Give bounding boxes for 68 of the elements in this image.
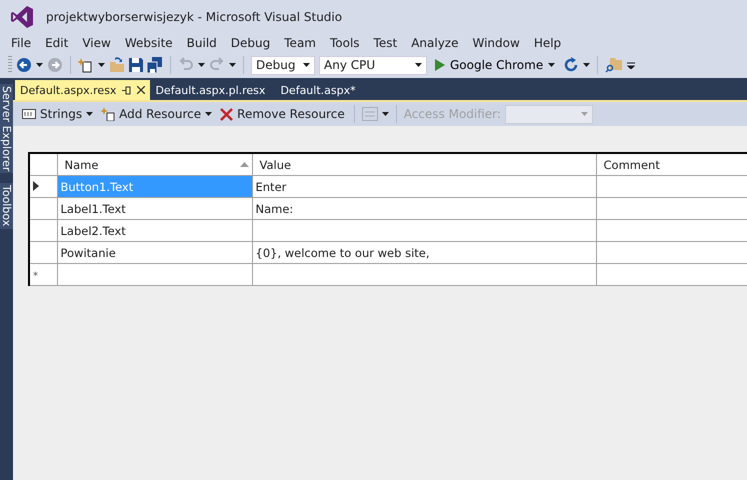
new-project-icon[interactable]: [78, 57, 94, 73]
menu-item[interactable]: Analyze: [404, 36, 466, 50]
access-modifier-label: Access Modifier:: [404, 107, 501, 121]
caret-icon[interactable]: [36, 63, 43, 67]
table-cell[interactable]: Label2.Text: [57, 220, 252, 242]
document-tab[interactable]: Default.aspx.resx: [15, 80, 150, 100]
caret-icon[interactable]: [548, 63, 556, 67]
menu-item[interactable]: Edit: [38, 36, 76, 50]
menu-item[interactable]: Team: [277, 36, 323, 50]
visual-studio-logo: [10, 5, 34, 29]
document-tab[interactable]: Default.aspx.pl.resx: [150, 80, 276, 100]
current-row-icon: [33, 180, 39, 190]
caret-icon[interactable]: [382, 112, 389, 116]
column-title: Name: [64, 158, 98, 172]
table-cell[interactable]: {0}, welcome to our web site,: [252, 242, 596, 264]
close-icon[interactable]: [137, 86, 146, 94]
refresh-icon[interactable]: [563, 57, 580, 73]
menu-item[interactable]: File: [4, 36, 38, 50]
caret-icon[interactable]: [303, 63, 310, 67]
document-tab[interactable]: Default.aspx*: [275, 80, 400, 100]
table-cell[interactable]: Enter: [252, 176, 596, 198]
text-resource-icon: [22, 109, 36, 119]
view-icon: [362, 107, 378, 121]
menu-item[interactable]: Window: [465, 36, 527, 50]
side-tab[interactable]: Toolbox: [0, 183, 13, 229]
delete-icon: [220, 108, 234, 120]
caret-icon[interactable]: [198, 63, 205, 67]
run-button[interactable]: Google Chrome: [431, 58, 560, 72]
table-cell[interactable]: Label1.Text: [57, 198, 252, 220]
caret-icon[interactable]: [583, 63, 590, 67]
caret-icon[interactable]: [415, 63, 422, 67]
table-cell[interactable]: Powitanie: [57, 242, 252, 264]
menu-item[interactable]: Test: [366, 36, 404, 50]
add-resource-button[interactable]: Add Resource: [99, 107, 214, 121]
menu-item[interactable]: Debug: [224, 36, 278, 50]
table-cell[interactable]: Name:: [252, 198, 596, 220]
save-all-icon[interactable]: [147, 57, 163, 73]
caret-icon: [580, 112, 588, 116]
menu-item[interactable]: Website: [118, 36, 180, 50]
open-folder-icon[interactable]: [109, 57, 125, 73]
save-icon[interactable]: [129, 58, 143, 72]
menu-item[interactable]: Tools: [322, 36, 367, 50]
undo-icon: [178, 57, 194, 73]
caret-icon[interactable]: [229, 63, 236, 67]
overflow-icon[interactable]: [627, 61, 636, 69]
caret-icon[interactable]: [205, 112, 212, 116]
platform-dropdown[interactable]: Any CPU: [319, 56, 427, 74]
menu-item[interactable]: Build: [180, 36, 224, 50]
pin-icon[interactable]: [122, 86, 132, 94]
play-icon: [435, 59, 445, 71]
column-header[interactable]: Value: [252, 153, 596, 176]
new-row-marker: *: [33, 270, 38, 282]
redo-icon: [209, 57, 225, 73]
sort-icon: [240, 162, 248, 167]
side-tab[interactable]: Server Explorer: [0, 84, 13, 174]
table-cell[interactable]: [252, 220, 596, 242]
menu-item[interactable]: Help: [526, 36, 568, 50]
menu-item[interactable]: View: [75, 36, 118, 50]
new-item-icon: [101, 107, 116, 121]
strings-dropdown[interactable]: Strings: [20, 107, 96, 121]
remove-resource-button[interactable]: Remove Resource: [218, 107, 347, 121]
window-title: projektwyborserwisjezyk - Microsoft Visual Studio: [46, 10, 342, 24]
caret-icon[interactable]: [86, 112, 94, 116]
caret-icon[interactable]: [98, 63, 105, 67]
configuration-dropdown[interactable]: Debug: [251, 56, 315, 74]
find-folder-icon[interactable]: [605, 57, 624, 73]
back-icon[interactable]: [16, 57, 32, 73]
forward-icon: [47, 57, 63, 73]
